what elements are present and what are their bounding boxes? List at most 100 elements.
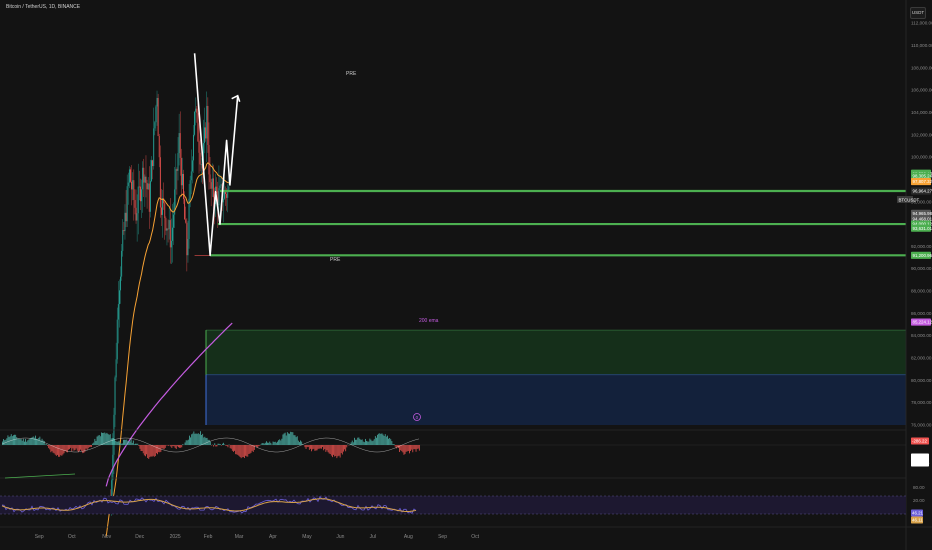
- osc-bar: [220, 445, 222, 446]
- osc-bar: [73, 445, 75, 451]
- osc-bar: [307, 445, 309, 448]
- osc-bar: [114, 439, 116, 445]
- osc-bar: [393, 443, 395, 445]
- candle-body: [164, 203, 166, 219]
- osc-bar: [244, 445, 245, 459]
- osc-bar: [108, 434, 110, 445]
- osc-bar: [42, 440, 44, 445]
- osc-bar: [368, 441, 370, 445]
- osc-bar: [361, 439, 363, 445]
- osc-bar: [97, 435, 99, 445]
- osc-bar: [227, 445, 229, 448]
- osc-bar: [22, 438, 24, 445]
- osc-bar: [182, 444, 184, 445]
- osc-bar: [234, 445, 235, 451]
- candle-body: [169, 220, 171, 248]
- osc-bar: [16, 437, 18, 445]
- osc-bar: [385, 436, 387, 445]
- chart-canvas[interactable]: PRE PRE 200 ema 0 112,000.00110,000.0010…: [0, 0, 932, 550]
- osc-bar: [175, 445, 177, 450]
- osc-bar: [312, 445, 314, 450]
- osc-bar: [50, 445, 52, 453]
- currency-button[interactable]: USDT: [910, 7, 926, 19]
- candle-body: [163, 198, 165, 204]
- osc-bar: [92, 443, 94, 445]
- osc-bar: [61, 445, 63, 456]
- crosshair-symbol-label: BTCUSDT: [899, 197, 920, 202]
- candle-body: [115, 359, 117, 378]
- osc-bar: [229, 445, 231, 449]
- osc-bar: [69, 445, 70, 450]
- osc-bar: [173, 445, 175, 447]
- time-tick-label: 2025: [170, 534, 181, 540]
- osc-bar: [126, 439, 128, 445]
- osc-bar: [315, 445, 317, 451]
- osc-bar: [357, 437, 359, 445]
- osc-bar: [170, 445, 172, 447]
- osc-bar: [209, 441, 211, 445]
- osc-bar: [284, 432, 286, 445]
- osc-bar: [180, 445, 182, 448]
- candle-body: [130, 169, 131, 182]
- price-tick-label: 82,000.00: [911, 356, 932, 361]
- osc-bar: [140, 445, 142, 452]
- price-tick-label: 78,000.00: [911, 400, 932, 405]
- price-tick-label: 110,000.00: [911, 43, 932, 48]
- low-marker: PRE: [330, 257, 341, 263]
- osc-bar: [148, 445, 150, 459]
- osc-bar: [413, 445, 415, 450]
- osc-bar: [110, 438, 112, 445]
- osc-bar: [85, 445, 87, 449]
- osc-bar: [141, 445, 143, 451]
- osc-bar: [316, 445, 318, 451]
- candle-body: [138, 186, 140, 188]
- osc-bar: [401, 445, 403, 452]
- candle-body: [207, 105, 209, 146]
- price-tick-label: 80,000.00: [911, 378, 932, 383]
- osc-bar: [369, 438, 371, 445]
- osc-bar: [346, 445, 348, 448]
- osc-bar: [136, 443, 138, 445]
- osc-bar: [53, 445, 55, 454]
- rsi-tags: 46.21 46.11: [911, 509, 924, 524]
- osc-bar: [376, 437, 377, 445]
- osc-bar: [327, 445, 329, 453]
- osc-bar: [394, 445, 396, 447]
- osc-bar: [171, 445, 173, 448]
- osc-bar: [268, 442, 270, 445]
- osc-bar: [330, 445, 332, 456]
- osc-bar: [358, 437, 360, 445]
- osc-bar: [411, 445, 413, 450]
- osc-bar: [215, 445, 217, 447]
- time-tick-label: Nov: [102, 534, 111, 540]
- osc-bar: [344, 445, 345, 450]
- rsi-tag-label: 46.11: [912, 518, 923, 523]
- osc-bar: [406, 445, 408, 452]
- osc-bar: [270, 442, 272, 445]
- candle-body: [165, 218, 167, 231]
- osc-bar: [174, 445, 176, 448]
- candle-body: [198, 141, 200, 153]
- candle-body: [116, 319, 118, 360]
- osc-bar: [273, 442, 275, 445]
- osc-bar: [3, 439, 4, 445]
- osc-bar: [311, 445, 312, 452]
- osc-bar: [238, 445, 240, 456]
- osc-bar: [322, 445, 323, 447]
- osc-bar: [218, 443, 220, 445]
- price-tick-label: 76,000.00: [911, 423, 932, 428]
- osc-bar: [405, 445, 407, 452]
- osc-bar: [351, 440, 353, 445]
- candle-body: [170, 240, 172, 248]
- candle-body: [159, 157, 161, 208]
- candle-body: [158, 136, 160, 158]
- osc-bar: [105, 433, 107, 445]
- osc-bar: [47, 445, 48, 446]
- candle-body: [219, 185, 221, 189]
- candle-body: [154, 122, 156, 129]
- candle-body: [126, 186, 128, 222]
- osc-bar: [107, 433, 109, 445]
- osc-bar: [189, 435, 190, 445]
- candle-body: [113, 414, 115, 455]
- osc-bar: [102, 432, 103, 445]
